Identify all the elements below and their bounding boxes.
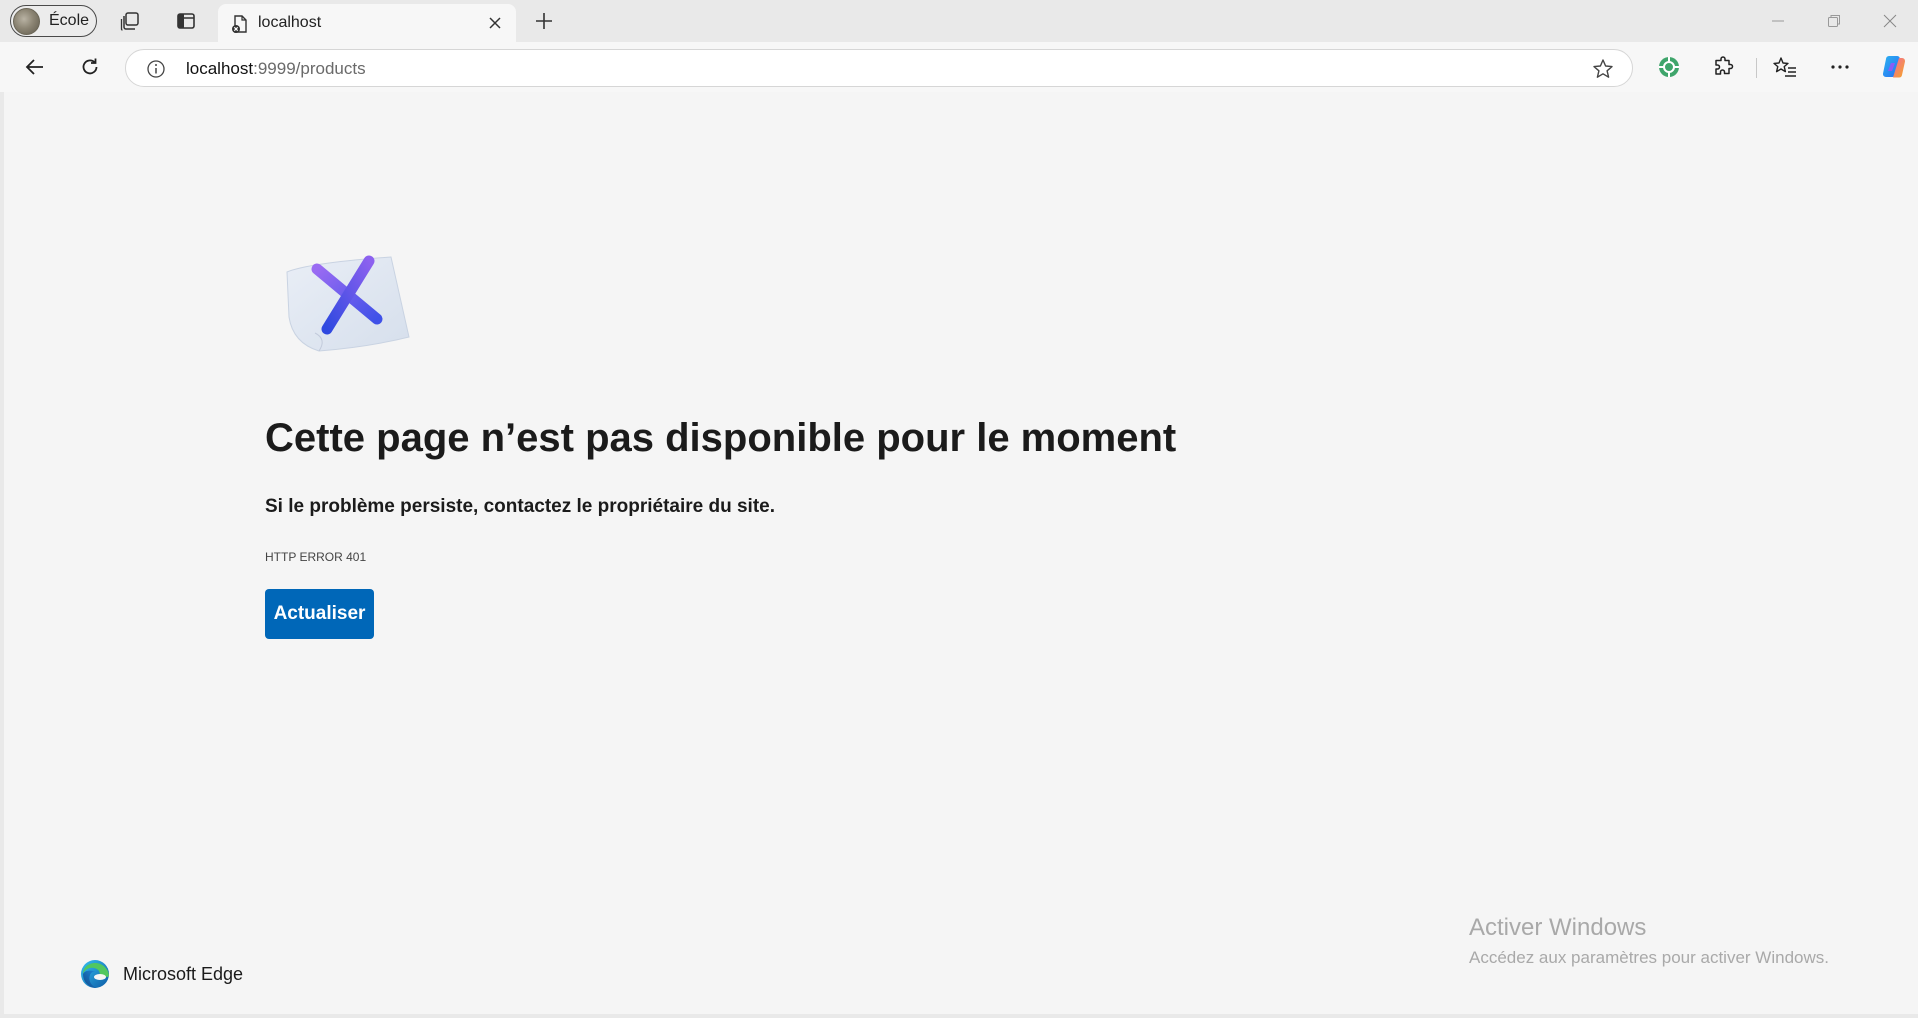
close-icon	[489, 17, 501, 29]
plus-icon	[536, 13, 552, 29]
info-icon[interactable]	[146, 59, 166, 79]
edge-brand: Microsoft Edge	[79, 958, 243, 990]
workspaces-icon	[120, 12, 139, 31]
extensions-button[interactable]	[1706, 50, 1742, 84]
extension-button[interactable]	[1651, 50, 1687, 84]
error-subtitle: Si le problème persiste, contactez le pr…	[265, 496, 775, 517]
close-icon	[1883, 14, 1897, 28]
restore-button[interactable]	[1806, 0, 1862, 42]
profile-button[interactable]: École	[10, 5, 97, 37]
refresh-button[interactable]: Actualiser	[265, 589, 374, 639]
toolbar-divider	[1756, 58, 1757, 78]
green-extension-icon	[1659, 57, 1679, 77]
more-button[interactable]	[1822, 50, 1858, 84]
back-button[interactable]	[17, 50, 53, 84]
page-content: Cette page n’est pas disponible pour le …	[4, 92, 1918, 1014]
edge-logo-icon	[81, 960, 109, 988]
error-illustration-icon	[286, 255, 410, 352]
profile-label: École	[49, 12, 90, 29]
toolbar: localhost:9999/products	[0, 42, 1918, 92]
reload-icon	[82, 58, 98, 75]
browser-window: École localhost localhost:9999/products …	[0, 0, 1918, 1018]
avatar	[13, 7, 40, 35]
watermark-subtitle: Accédez aux paramètres pour activer Wind…	[1469, 948, 1829, 967]
workspaces-button[interactable]	[112, 6, 148, 36]
back-arrow-icon	[25, 59, 43, 75]
close-window-button[interactable]	[1862, 0, 1918, 42]
tab-close-button[interactable]	[484, 12, 506, 34]
star-icon[interactable]	[1592, 58, 1614, 80]
minimize-button[interactable]	[1750, 0, 1806, 42]
vertical-tabs-icon	[177, 13, 195, 29]
favorites-button[interactable]	[1767, 50, 1803, 84]
new-tab-button[interactable]	[528, 6, 560, 36]
tab-title: localhost	[258, 14, 322, 31]
brand-name: Microsoft Edge	[123, 963, 244, 984]
error-title: Cette page n’est pas disponible pour le …	[265, 416, 1177, 460]
error-code: HTTP ERROR 401	[265, 550, 367, 564]
windows-activation-watermark: Activer Windows Accédez aux paramètres p…	[1469, 914, 1829, 968]
puzzle-icon	[1715, 56, 1734, 75]
copilot-icon	[1882, 56, 1906, 78]
watermark-title: Activer Windows	[1469, 914, 1647, 941]
tab-strip: École localhost	[0, 0, 1918, 42]
more-icon	[1831, 65, 1849, 69]
reload-button[interactable]	[72, 50, 108, 84]
window-controls	[1750, 0, 1918, 42]
favorites-list-icon	[1773, 57, 1796, 77]
address-bar[interactable]: localhost:9999/products	[125, 49, 1633, 87]
url-text[interactable]: localhost:9999/products	[186, 59, 366, 79]
url-host: localhost	[186, 59, 254, 78]
restore-icon	[1828, 15, 1840, 27]
url-path: :9999/products	[253, 59, 366, 78]
tab-localhost[interactable]: localhost	[218, 4, 516, 42]
minimize-icon	[1772, 20, 1784, 22]
page-error-icon	[232, 15, 247, 33]
vertical-tabs-button[interactable]	[168, 6, 204, 36]
copilot-button[interactable]	[1876, 50, 1912, 84]
